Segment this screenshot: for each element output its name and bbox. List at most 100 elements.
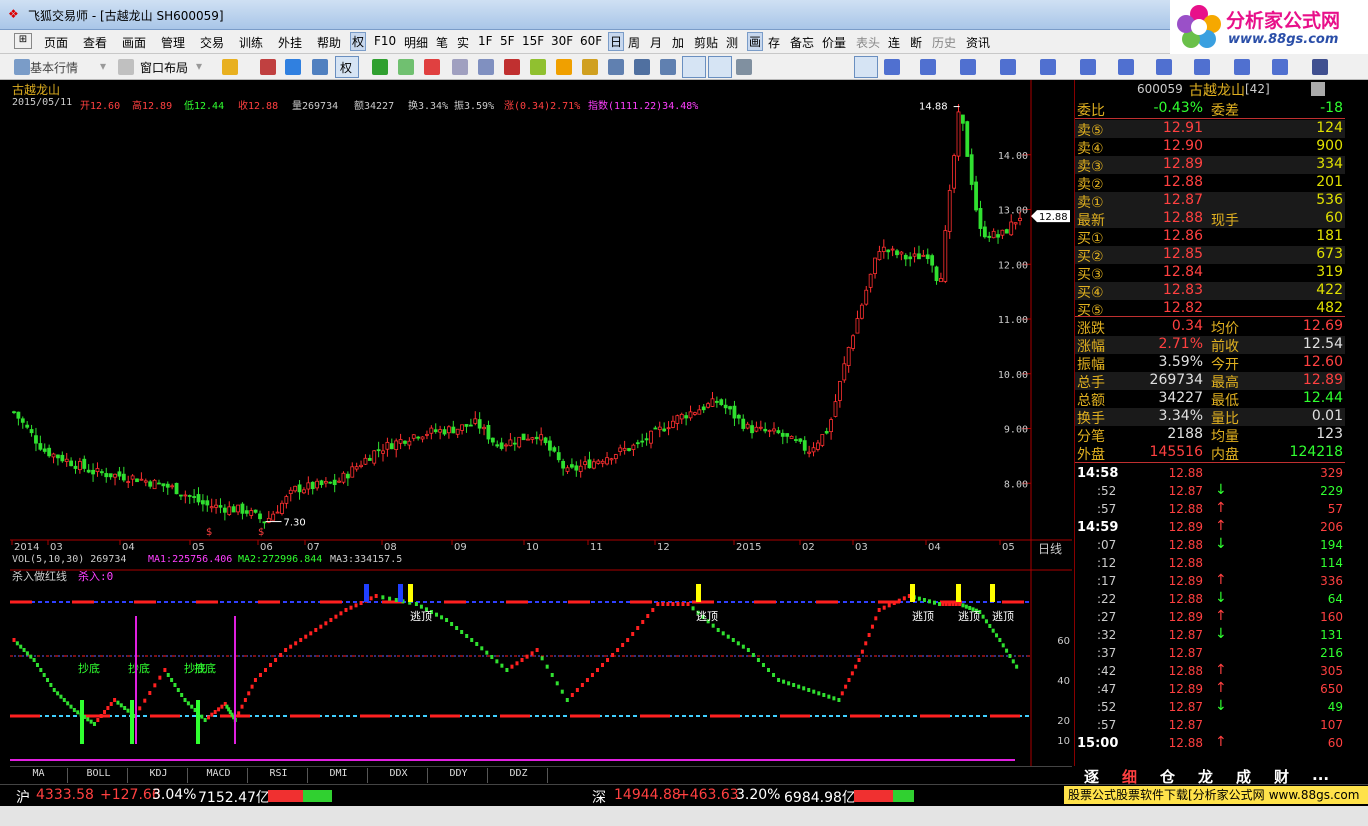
menu-item-11[interactable]: 笔 xyxy=(436,34,448,51)
menu-item-22[interactable]: 剪贴 xyxy=(694,34,718,51)
menu-item-20[interactable]: 月 xyxy=(650,34,662,51)
candle-body xyxy=(543,437,548,444)
osc-point xyxy=(882,605,886,610)
menu-item-0[interactable]: 页面 xyxy=(44,34,68,51)
line-chart-toggle[interactable] xyxy=(682,56,706,78)
menu-item-30[interactable]: 断 xyxy=(910,34,922,51)
menu-item-7[interactable]: 帮助 xyxy=(317,34,341,51)
indicator-tab-ddy[interactable]: DDY xyxy=(430,768,488,783)
menu-item-13[interactable]: 1F xyxy=(478,34,493,48)
tick-time: 15:00 xyxy=(1077,736,1119,751)
tool-icon[interactable] xyxy=(260,59,276,75)
channel-tool-icon[interactable] xyxy=(920,59,936,75)
open-folder-icon[interactable] xyxy=(222,59,238,75)
gear-icon[interactable] xyxy=(582,59,598,75)
quote-tab-6[interactable]: ... xyxy=(1312,766,1329,784)
menu-item-26[interactable]: 备忘 xyxy=(790,34,814,51)
indicator-tab-dmi[interactable]: DMI xyxy=(310,768,368,783)
dropdown-icon[interactable]: ▾ xyxy=(100,59,106,73)
menu-item-27[interactable]: 价量 xyxy=(822,34,846,51)
dropdown-icon[interactable]: ▾ xyxy=(196,59,202,73)
kline-chart-svg[interactable]: 14.00 13.00 12.00 11.00 10.00 9.00 8.00 14.88 7.… xyxy=(10,80,1072,766)
menu-item-21[interactable]: 加 xyxy=(672,34,684,51)
indicator-tab-boll[interactable]: BOLL xyxy=(70,768,128,783)
menu-item-10[interactable]: 明细 xyxy=(404,34,428,51)
menu-item-31[interactable]: 历史 xyxy=(932,34,956,51)
tool-icon[interactable] xyxy=(736,59,752,75)
divider xyxy=(1075,462,1345,463)
candle-body xyxy=(104,473,109,478)
ma3-label: MA3:334157.5 xyxy=(330,554,403,565)
menu-item-4[interactable]: 交易 xyxy=(200,34,224,51)
menu-item-2[interactable]: 画面 xyxy=(122,34,146,51)
tool-icon[interactable] xyxy=(312,59,328,75)
ellipse-tool-icon[interactable] xyxy=(1156,59,1172,75)
quote-menu-icon[interactable] xyxy=(1311,82,1325,96)
tool-icon[interactable] xyxy=(452,59,468,75)
indicator-tab-macd[interactable]: MACD xyxy=(190,768,248,783)
osc-point xyxy=(897,598,901,603)
menu-item-15[interactable]: 15F xyxy=(522,34,544,48)
osc-point xyxy=(500,663,504,668)
menu-item-6[interactable]: 外挂 xyxy=(278,34,302,51)
tool-icon[interactable] xyxy=(398,59,414,75)
menu-item-3[interactable]: 管理 xyxy=(161,34,185,51)
flag-tool-icon[interactable] xyxy=(1234,59,1250,75)
tool-icon[interactable] xyxy=(530,59,546,75)
menu-item-9[interactable]: F10 xyxy=(374,34,396,48)
ind-y-label-2: 20 xyxy=(1057,716,1070,727)
window-layout-button[interactable]: 窗口布局 xyxy=(140,59,188,76)
rect-tool-icon[interactable] xyxy=(1118,59,1134,75)
menu-item-18[interactable]: 日 xyxy=(608,32,625,51)
ad-banner[interactable]: 股票公式股票软件下载[分析家公式网 www.88gs.com xyxy=(1064,786,1368,804)
tool-icon[interactable] xyxy=(478,59,494,75)
line-tool-icon[interactable] xyxy=(884,59,900,75)
osc-point xyxy=(419,604,423,609)
bars-tool-icon[interactable] xyxy=(960,59,976,75)
menu-item-19[interactable]: 周 xyxy=(628,34,640,51)
menu-item-23[interactable]: 测 xyxy=(726,34,738,51)
draw-tool-toggle[interactable] xyxy=(854,56,878,78)
tool-icon[interactable] xyxy=(504,59,520,75)
indicator-tab-ma[interactable]: MA xyxy=(10,768,68,783)
indicator-tab-rsi[interactable]: RSI xyxy=(250,768,308,783)
tool-icon[interactable] xyxy=(608,59,624,75)
menu-item-17[interactable]: 60F xyxy=(580,34,602,48)
candle-body xyxy=(240,503,245,514)
save-icon[interactable] xyxy=(1312,59,1328,75)
tool-icon[interactable] xyxy=(372,59,388,75)
tool-icon[interactable] xyxy=(424,59,440,75)
menu-item-29[interactable]: 连 xyxy=(888,34,900,51)
fib-tool-icon[interactable] xyxy=(1040,59,1056,75)
kline-chart-panel[interactable]: 14.00 13.00 12.00 11.00 10.00 9.00 8.00 14.88 7.… xyxy=(10,80,1072,766)
menu-item-14[interactable]: 5F xyxy=(500,34,515,48)
tool-icon[interactable] xyxy=(634,59,650,75)
basic-quote-button[interactable]: 基本行情 xyxy=(30,59,78,76)
menu-item-16[interactable]: 30F xyxy=(551,34,573,48)
indicator-tab-ddx[interactable]: DDX xyxy=(370,768,428,783)
bar-chart-toggle[interactable] xyxy=(708,56,732,78)
text-tool-icon[interactable] xyxy=(1080,59,1096,75)
arrow-tool-icon[interactable] xyxy=(1194,59,1210,75)
weibi-value: -0.43% xyxy=(1153,100,1203,116)
candle-body xyxy=(728,406,732,410)
indicator-tab-ddz[interactable]: DDZ xyxy=(490,768,548,783)
candle-body xyxy=(671,420,675,428)
menu-item-12[interactable]: 实 xyxy=(457,34,469,51)
menu-item-25[interactable]: 存 xyxy=(768,34,780,51)
candle-body xyxy=(640,440,645,443)
menu-item-28[interactable]: 表头 xyxy=(856,34,880,51)
indicator-tab-kdj[interactable]: KDJ xyxy=(130,768,188,783)
menu-item-1[interactable]: 查看 xyxy=(83,34,107,51)
stat-value: 269734 xyxy=(1149,372,1203,388)
tool-icon[interactable] xyxy=(1272,59,1288,75)
tool-icon[interactable] xyxy=(660,59,676,75)
menu-icon[interactable]: ⊞ xyxy=(14,33,32,49)
menu-item-8[interactable]: 权 xyxy=(350,32,367,51)
menu-item-24[interactable]: 画 xyxy=(747,32,764,51)
menu-item-32[interactable]: 资讯 xyxy=(966,34,990,51)
menu-item-5[interactable]: 训练 xyxy=(239,34,263,51)
warning-icon[interactable] xyxy=(556,59,572,75)
crosshair-icon[interactable] xyxy=(285,59,301,75)
fan-tool-icon[interactable] xyxy=(1000,59,1016,75)
